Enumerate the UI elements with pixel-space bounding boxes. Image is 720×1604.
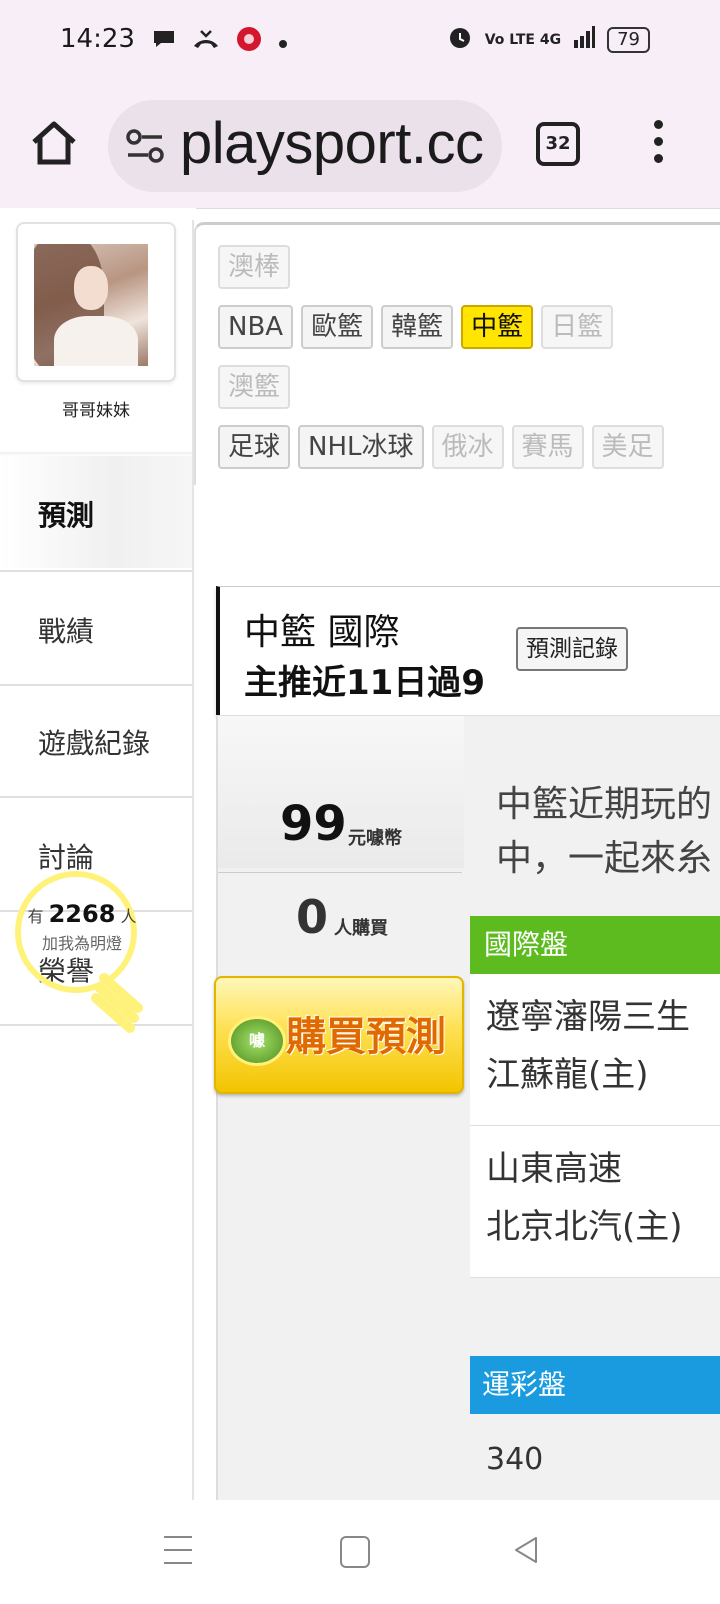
price-block: 99 元噱幣 — [218, 716, 464, 868]
app-notification-icon — [236, 26, 262, 58]
url-text: playsport.cc — [180, 111, 484, 176]
browser-toolbar: playsport.cc 32 — [0, 84, 720, 209]
home-icon — [32, 121, 76, 165]
league-russia-hockey[interactable]: 俄冰 — [431, 425, 504, 469]
site-settings-icon[interactable] — [126, 128, 164, 164]
prediction-content: 99 元噱幣 0 人購買 噱 購買預測 中籃近期玩的 中，一起來糸 國際盤 遼寧… — [214, 716, 720, 1500]
league-soccer[interactable]: 足球 — [218, 425, 291, 469]
avatar[interactable] — [34, 244, 148, 366]
home-nav-icon[interactable] — [340, 1536, 370, 1568]
league-american-football[interactable]: 美足 — [591, 425, 664, 469]
league-euro-basketball[interactable]: 歐籃 — [301, 305, 374, 349]
lottery-value: 340 — [486, 1442, 544, 1477]
system-navigation-bar — [0, 1500, 720, 1604]
more-options-icon[interactable] — [650, 120, 666, 166]
home-button[interactable] — [28, 118, 80, 170]
league-nba[interactable]: NBA — [218, 305, 294, 349]
sidebar-item-prediction[interactable]: 預測 — [0, 456, 192, 568]
league-horse-racing[interactable]: 賽馬 — [511, 425, 584, 469]
signal-label: Vo LTE 4G — [484, 31, 562, 48]
prediction-title: 中籃 國際 — [244, 612, 400, 653]
profile-sidebar: 哥哥妹妹 預測 戰績 遊戲紀錄 討論 榮譽 有 2268 人 加我為明燈 — [0, 208, 196, 1500]
status-bar: 14:23 Vo LTE 4G 79 — [0, 0, 720, 84]
prediction-header: 中籃 國際 主推近11日過9 預測記錄 — [216, 586, 720, 715]
coin-icon: 噱 — [228, 1016, 286, 1066]
international-market-panel: 國際盤 遼寧瀋陽三生 江蘇龍(主) 山東高速 北京北汽(主) — [470, 916, 720, 1278]
back-icon[interactable] — [510, 1534, 542, 1566]
alarm-icon — [447, 24, 473, 55]
sidebar-item-game-log[interactable]: 遊戲紀錄 — [0, 684, 192, 798]
buyers-unit: 人購買 — [334, 918, 388, 939]
league-aus-baseball[interactable]: 澳棒 — [218, 245, 291, 289]
league-aus-basketball[interactable]: 澳籃 — [218, 365, 291, 409]
fans-counter[interactable]: 有 2268 人 加我為明燈 — [22, 900, 142, 954]
buy-prediction-button[interactable]: 噱 購買預測 — [214, 976, 464, 1094]
recent-apps-icon[interactable] — [164, 1536, 192, 1566]
avatar-card[interactable] — [16, 222, 176, 382]
tab-switcher-button[interactable]: 32 — [536, 122, 580, 166]
more-notifications-dot-icon — [278, 30, 288, 55]
sidebar-item-record[interactable]: 戰績 — [0, 570, 192, 686]
chat-icon — [152, 28, 176, 56]
battery-indicator: 79 — [607, 26, 650, 53]
address-bar[interactable]: playsport.cc — [108, 100, 502, 192]
system-icons: Vo LTE 4G 79 — [447, 24, 650, 55]
prediction-record-button[interactable]: 預測記錄 — [516, 627, 628, 671]
price-value: 99 — [280, 796, 347, 852]
missed-call-icon — [192, 28, 220, 56]
league-selector: 澳棒 NBA 歐籃 韓籃 中籃 日籃 澳籃 足球 NHL冰球 俄冰 賽馬 美足 — [194, 222, 720, 485]
match-row[interactable]: 山東高速 北京北汽(主) — [470, 1126, 720, 1278]
league-china-basketball[interactable]: 中籃 — [461, 305, 534, 349]
buy-prediction-label: 購買預測 — [286, 1014, 446, 1060]
prediction-description: 中籃近期玩的 中，一起來糸 — [496, 784, 713, 879]
divider — [218, 872, 462, 873]
prediction-subtitle: 主推近11日過9 — [244, 663, 485, 703]
league-nhl[interactable]: NHL冰球 — [298, 425, 424, 469]
username[interactable]: 哥哥妹妹 — [0, 396, 192, 421]
status-time: 14:23 — [60, 24, 135, 54]
buyers-count: 0 — [296, 890, 329, 944]
lottery-market-header: 運彩盤 — [470, 1356, 720, 1414]
price-unit: 元噱幣 — [348, 828, 402, 849]
league-korea-basketball[interactable]: 韓籃 — [381, 305, 454, 349]
notification-icons — [152, 26, 288, 58]
signal-bars-icon — [573, 26, 596, 53]
match-row[interactable]: 遼寧瀋陽三生 江蘇龍(主) — [470, 974, 720, 1126]
market-header: 國際盤 — [470, 916, 720, 974]
league-japan-basketball[interactable]: 日籃 — [541, 305, 614, 349]
